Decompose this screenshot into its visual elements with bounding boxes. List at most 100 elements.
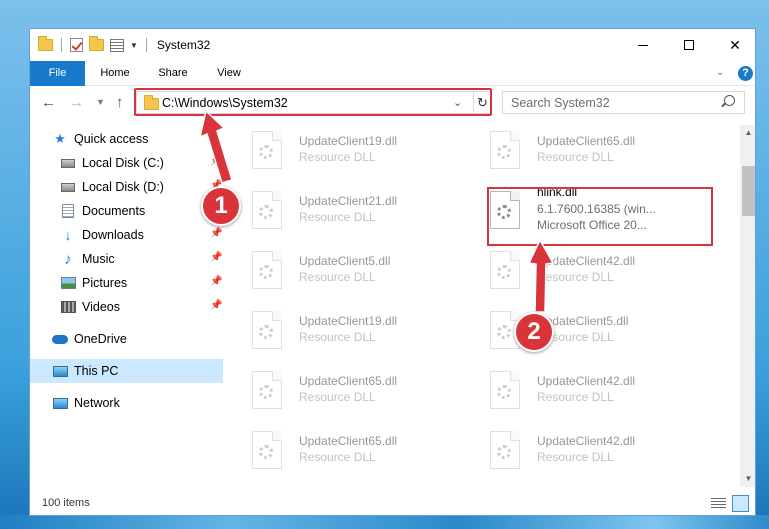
drive-icon: [60, 179, 76, 195]
file-item[interactable]: UpdateClient5.dll Resource DLL: [226, 245, 446, 299]
tab-home[interactable]: Home: [92, 61, 138, 86]
drive-icon: [60, 155, 76, 171]
pin-icon: 📌: [210, 300, 223, 311]
pin-icon: 📌: [210, 228, 223, 239]
this-pc-icon: [52, 363, 68, 379]
music-icon: ♪: [64, 250, 72, 268]
star-icon: ★: [54, 131, 66, 146]
expand-ribbon-chevron-icon[interactable]: ⌄: [716, 67, 724, 78]
onedrive-icon: [52, 331, 68, 347]
sidebar-item-videos[interactable]: Videos 📌: [60, 295, 223, 319]
sidebar-item-label: Local Disk (C:): [82, 156, 164, 170]
sidebar-item-label: Pictures: [82, 276, 128, 290]
callout-badge-1: 1: [201, 186, 241, 226]
file-type: Resource DLL: [299, 210, 376, 224]
sidebar-item-label: Quick access: [74, 132, 149, 146]
file-item[interactable]: UpdateClient65.dll Resource DLL: [226, 425, 446, 479]
sidebar-item-local-disk-c[interactable]: Local Disk (C:) 📌: [60, 151, 223, 175]
file-item[interactable]: UpdateClient5.dll Resource DLL: [464, 305, 684, 359]
maximize-button[interactable]: [666, 29, 712, 61]
file-type: Resource DLL: [299, 150, 376, 164]
file-type: Resource DLL: [537, 450, 614, 464]
title-bar: ▼ System32 ✕: [30, 29, 755, 61]
sidebar-item-documents[interactable]: Documents 📌: [60, 199, 223, 223]
customize-toolbar-chevron-icon[interactable]: ▼: [130, 41, 138, 50]
file-item[interactable]: UpdateClient65.dll Resource DLL: [226, 365, 446, 419]
file-name: UpdateClient65.dll: [299, 374, 398, 388]
tab-share[interactable]: Share: [150, 61, 196, 86]
dll-file-icon: [252, 311, 282, 349]
file-type: Resource DLL: [537, 390, 614, 404]
details-view-icon[interactable]: [711, 498, 726, 510]
recent-locations-chevron-icon[interactable]: ▼: [96, 97, 105, 107]
properties-icon[interactable]: [110, 38, 124, 52]
file-item[interactable]: UpdateClient19.dll Resource DLL: [226, 125, 446, 179]
pin-icon: 📌: [210, 276, 223, 287]
up-arrow-icon[interactable]: ↑: [116, 94, 124, 111]
sidebar-item-onedrive[interactable]: OneDrive: [52, 327, 223, 351]
search-icon[interactable]: [724, 95, 735, 106]
file-name: UpdateClient21.dll: [299, 194, 398, 208]
file-item[interactable]: UpdateClient65.dll Resource DLL: [464, 125, 684, 179]
desktop-wallpaper-strip: [0, 515, 769, 529]
scroll-up-arrow-icon[interactable]: ▲: [740, 125, 755, 141]
scroll-down-arrow-icon[interactable]: ▼: [740, 471, 755, 487]
file-name: UpdateClient42.dll: [537, 374, 636, 388]
sidebar-item-local-disk-d[interactable]: Local Disk (D:) 📌: [60, 175, 223, 199]
dll-file-icon: [490, 371, 520, 409]
file-item[interactable]: UpdateClient42.dll Resource DLL: [464, 245, 684, 299]
status-bar: 100 items: [30, 493, 755, 515]
properties-check-icon[interactable]: [70, 38, 83, 52]
help-icon[interactable]: ?: [738, 66, 753, 81]
sidebar-item-label: OneDrive: [74, 332, 127, 346]
file-item[interactable]: UpdateClient21.dll Resource DLL: [226, 185, 446, 239]
network-icon: [52, 395, 68, 411]
sidebar-item-network[interactable]: Network: [52, 391, 223, 415]
vertical-scrollbar[interactable]: ▲ ▼: [740, 125, 755, 487]
file-item[interactable]: UpdateClient42.dll Resource DLL: [464, 425, 684, 479]
pin-icon: 📌: [210, 252, 223, 263]
sidebar-item-music[interactable]: ♪ Music 📌: [60, 247, 223, 271]
sidebar-item-this-pc[interactable]: This PC: [30, 359, 223, 383]
ribbon-tabs: File Home Share View ⌄ ?: [30, 61, 755, 86]
sidebar-item-pictures[interactable]: Pictures 📌: [60, 271, 223, 295]
dll-file-icon: [252, 371, 282, 409]
close-button[interactable]: ✕: [712, 29, 755, 61]
pictures-icon: [60, 275, 76, 291]
file-name: UpdateClient42.dll: [537, 254, 636, 268]
sidebar-item-label: Network: [74, 396, 120, 410]
dll-file-icon: [252, 131, 282, 169]
folder-icon: [38, 36, 53, 51]
sidebar-item-label: Documents: [82, 204, 146, 218]
address-bar-highlight: [134, 88, 492, 116]
back-arrow-icon[interactable]: ←: [41, 94, 56, 111]
tab-view[interactable]: View: [206, 61, 252, 86]
file-type: Resource DLL: [299, 270, 376, 284]
pin-icon: 📌: [210, 156, 223, 167]
callout-badge-2: 2: [514, 312, 554, 352]
minimize-button[interactable]: [620, 29, 666, 61]
file-name: UpdateClient19.dll: [299, 134, 398, 148]
sidebar-item-downloads[interactable]: ↓ Downloads 📌: [60, 223, 223, 247]
scrollbar-thumb[interactable]: [742, 166, 755, 216]
item-count: 100 items: [42, 497, 90, 509]
forward-arrow-icon[interactable]: →: [69, 94, 84, 111]
sidebar-item-label: Music: [82, 252, 115, 266]
tiles-view-icon[interactable]: [732, 495, 749, 512]
search-input[interactable]: Search System32: [502, 91, 745, 114]
file-name: UpdateClient42.dll: [537, 434, 636, 448]
new-folder-icon[interactable]: [89, 36, 104, 51]
tab-file[interactable]: File: [30, 61, 85, 86]
videos-icon: [60, 299, 76, 315]
minimize-icon: [638, 44, 648, 46]
file-type: Resource DLL: [537, 270, 614, 284]
navigation-pane: ★ Quick access Local Disk (C:) 📌 Local D…: [30, 125, 225, 487]
close-icon: ✕: [729, 36, 741, 53]
file-item[interactable]: UpdateClient19.dll Resource DLL: [226, 305, 446, 359]
sidebar-item-label: This PC: [74, 364, 119, 378]
file-name: UpdateClient65.dll: [299, 434, 398, 448]
sidebar-item-quick-access[interactable]: ★ Quick access: [52, 127, 223, 151]
file-item[interactable]: UpdateClient42.dll Resource DLL: [464, 365, 684, 419]
dll-file-icon: [490, 131, 520, 169]
dll-file-icon: [252, 431, 282, 469]
